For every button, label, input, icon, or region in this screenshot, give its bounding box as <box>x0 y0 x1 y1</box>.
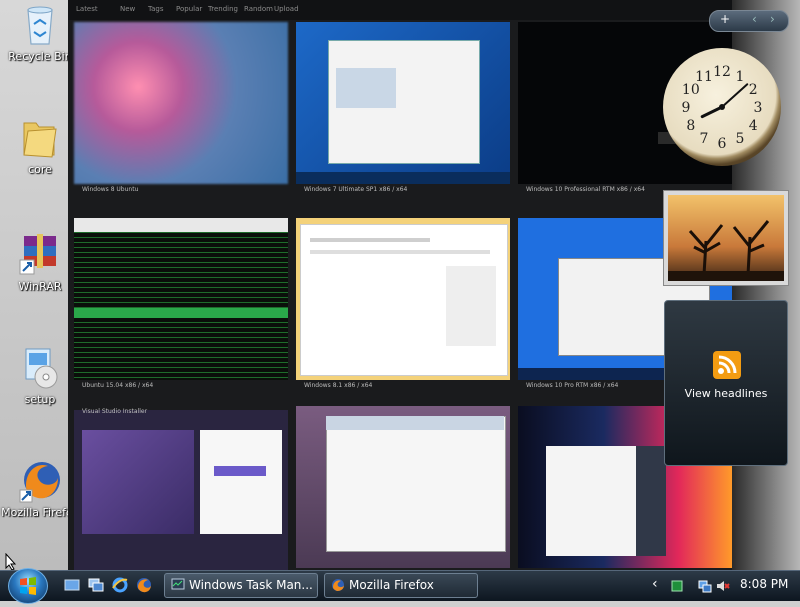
volume-muted-icon[interactable] <box>716 578 730 592</box>
clock-center-pin <box>719 104 725 110</box>
desktop-icon-label: WinRAR <box>18 280 62 293</box>
slideshow-gadget[interactable] <box>663 190 789 286</box>
folder-icon <box>18 115 62 161</box>
taskbar-button-task-manager[interactable]: Windows Task Man... <box>164 573 318 598</box>
desktop-icon-label: core <box>28 163 52 176</box>
gadget-controls: + ‹ › <box>709 10 789 32</box>
desktop-icon-label: Recycle Bin <box>8 50 72 63</box>
toolbar-item[interactable]: Tags <box>148 5 164 13</box>
toolbar-item[interactable]: Latest <box>76 5 98 13</box>
thumbnail-card[interactable]: Windows 8.1 x86 / x64 <box>296 218 510 389</box>
recycle-bin-icon <box>18 2 62 48</box>
thumbnail-caption: Ubuntu 15.04 x86 / x64 <box>82 382 154 389</box>
clock-numeral: 4 <box>749 118 758 134</box>
clock-numeral: 3 <box>754 100 763 116</box>
add-gadget-button[interactable]: + <box>720 12 730 26</box>
thumbnail-image <box>74 22 288 184</box>
clock-numeral: 7 <box>700 131 709 147</box>
clock-numeral: 5 <box>736 131 745 147</box>
clock-numeral: 12 <box>713 64 731 80</box>
next-gadget-button[interactable]: › <box>770 12 775 26</box>
thumbnail-card[interactable]: Windows 7 Ultimate SP1 x86 / x64 <box>296 22 510 193</box>
network-tray-icon[interactable] <box>670 578 684 592</box>
toolbar-item[interactable]: Popular <box>176 5 202 13</box>
setup-icon <box>18 345 62 391</box>
connection-tray-icon[interactable] <box>698 578 712 593</box>
browser-window: Latest New Tags Popular Trending Random … <box>68 0 732 572</box>
thumbnail-image <box>296 22 510 184</box>
switch-windows-icon[interactable] <box>88 577 104 593</box>
toolbar-item[interactable]: New <box>120 5 135 13</box>
thumbnail-caption: Windows 10 Pro RTM x86 / x64 <box>526 382 619 389</box>
clock-gadget[interactable]: 1 2 3 4 5 6 7 8 9 10 11 12 <box>663 48 781 166</box>
thumbnail-image <box>296 218 510 380</box>
toolbar-item[interactable]: Trending <box>208 5 238 13</box>
taskbar-button-firefox[interactable]: Mozilla Firefox <box>324 573 478 598</box>
thumbnail-card[interactable]: Windows 8 Ubuntu <box>74 22 288 193</box>
clock-numeral: 8 <box>686 118 695 134</box>
windows-start-orb[interactable] <box>8 568 48 604</box>
firefox-icon <box>331 578 345 592</box>
clock-minute-hand <box>721 83 749 108</box>
firefox-icon <box>18 458 62 504</box>
firefox-icon[interactable] <box>136 577 152 593</box>
thumbnail-image <box>296 406 510 568</box>
thumbnail-caption: Windows 8.1 x86 / x64 <box>304 382 373 389</box>
toolbar-item[interactable]: Upload <box>274 5 299 13</box>
clock-numeral: 1 <box>736 69 745 85</box>
task-manager-icon <box>171 578 185 592</box>
ie-icon[interactable] <box>112 577 128 593</box>
tray-show-hidden-icon[interactable]: ‹ <box>652 576 658 592</box>
clock-numeral: 11 <box>695 69 713 85</box>
thumbnail-caption: Windows 8 Ubuntu <box>82 186 139 193</box>
clock-hour-hand <box>700 105 724 119</box>
thumbnail-caption: Windows 10 Professional RTM x86 / x64 <box>526 186 645 193</box>
rss-icon <box>713 351 741 379</box>
view-headlines-label[interactable]: View headlines <box>665 387 787 400</box>
tray-clock[interactable]: 8:08 PM <box>740 577 788 591</box>
thumbnail-caption: Windows 7 Ultimate SP1 x86 / x64 <box>304 186 408 193</box>
browser-toolbar: Latest New Tags Popular Trending Random … <box>68 0 732 20</box>
feed-headlines-gadget[interactable]: View headlines <box>664 300 788 466</box>
task-label: Windows Task Man... <box>189 578 313 592</box>
clock-numeral: 6 <box>718 136 727 152</box>
prev-gadget-button[interactable]: ‹ <box>752 12 757 26</box>
thumbnail-card[interactable] <box>296 406 510 568</box>
toolbar-item[interactable]: Random <box>244 5 273 13</box>
thumbnail-image <box>74 218 288 380</box>
clock-face: 1234567891011 12 <box>682 64 763 152</box>
windows-logo-icon <box>20 577 36 595</box>
thumbnail-card[interactable]: Visual Studio Installer <box>74 408 288 572</box>
desktop-icon-label: setup <box>24 393 56 406</box>
tree-photo <box>668 195 784 281</box>
thumbnail-image <box>74 410 288 572</box>
show-desktop-icon[interactable] <box>64 577 80 593</box>
clock-numeral: 9 <box>682 100 691 116</box>
winrar-icon <box>18 232 62 278</box>
task-label: Mozilla Firefox <box>349 578 434 592</box>
thumbnail-caption: Visual Studio Installer <box>82 408 148 415</box>
thumbnail-card[interactable]: Ubuntu 15.04 x86 / x64 <box>74 218 288 389</box>
clock-numeral: 2 <box>749 82 758 98</box>
